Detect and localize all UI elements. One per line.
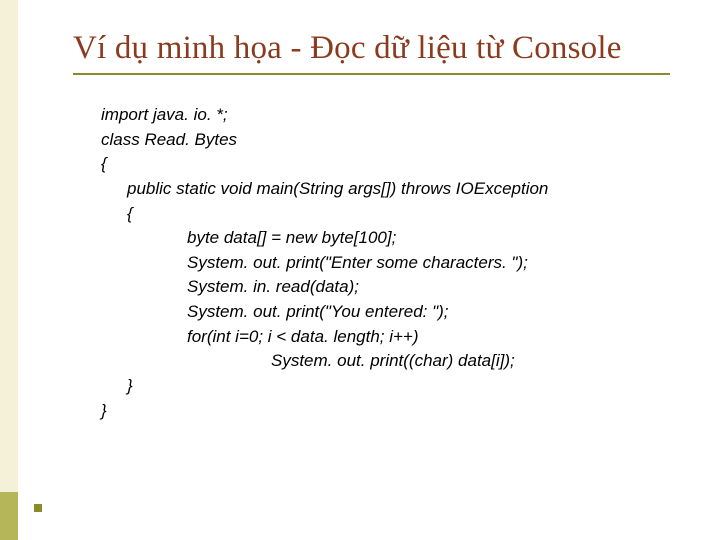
code-line: for(int i=0; i < data. length; i++) <box>101 325 670 350</box>
accent-bar <box>0 492 18 540</box>
code-line: class Read. Bytes <box>101 128 670 153</box>
code-line: System. out. print("Enter some character… <box>101 251 670 276</box>
code-line: import java. io. *; <box>101 103 670 128</box>
title-underline <box>73 73 670 75</box>
slide-container: Ví dụ minh họa - Đọc dữ liệu từ Console … <box>0 0 720 540</box>
code-line: { <box>101 152 670 177</box>
code-line: System. in. read(data); <box>101 275 670 300</box>
slide-title: Ví dụ minh họa - Đọc dữ liệu từ Console <box>73 30 670 67</box>
code-block: import java. io. *; class Read. Bytes { … <box>101 103 670 423</box>
code-line: public static void main(String args[]) t… <box>101 177 670 202</box>
code-line: } <box>101 374 670 399</box>
bullet-icon <box>34 504 42 512</box>
code-line: System. out. print((char) data[i]); <box>101 349 670 374</box>
code-line: { <box>101 202 670 227</box>
code-line: byte data[] = new byte[100]; <box>101 226 670 251</box>
code-line: } <box>101 399 670 424</box>
code-line: System. out. print("You entered: "); <box>101 300 670 325</box>
